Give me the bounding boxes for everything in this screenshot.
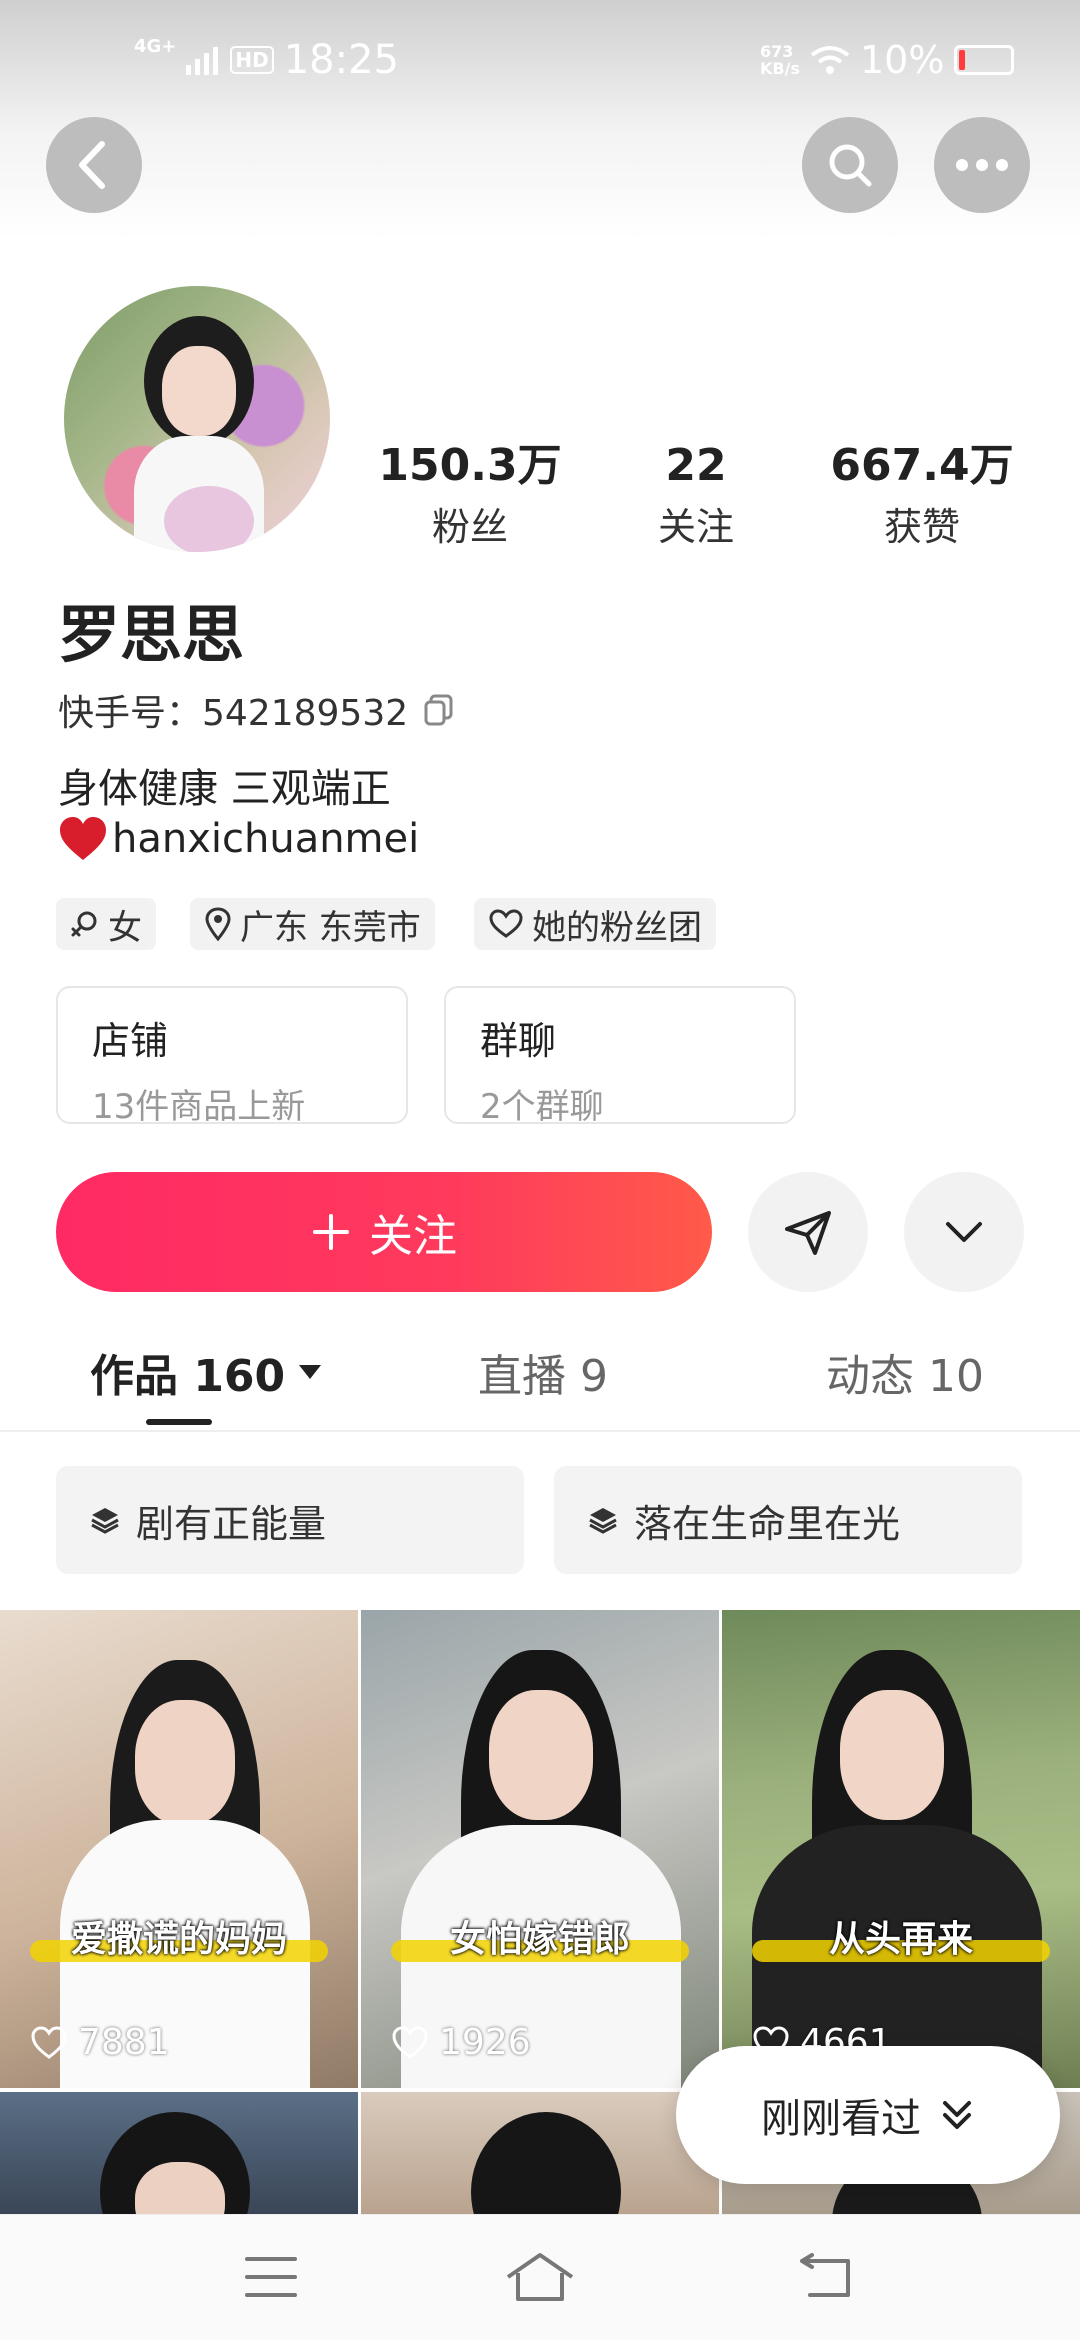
share-button[interactable] bbox=[748, 1172, 868, 1292]
tag-label: 广东 东莞市 bbox=[240, 907, 421, 948]
tab-works[interactable]: 作品 160 bbox=[90, 1340, 323, 1404]
heart-outline-icon bbox=[489, 909, 523, 938]
chevron-down-icon bbox=[946, 1222, 982, 1242]
collection-label: 剧有正能量 bbox=[136, 1501, 327, 1546]
collection-item[interactable]: 剧有正能量 bbox=[56, 1466, 524, 1574]
stat-label: 关注 bbox=[657, 505, 734, 549]
search-icon bbox=[829, 144, 872, 187]
heart-outline-icon bbox=[31, 2025, 67, 2059]
back-button[interactable] bbox=[46, 117, 142, 213]
heart-red-icon bbox=[60, 817, 106, 860]
expand-button[interactable] bbox=[904, 1172, 1024, 1292]
send-icon bbox=[785, 1211, 831, 1255]
follow-button[interactable]: 关注 bbox=[56, 1172, 712, 1292]
location-pin-icon bbox=[205, 907, 231, 941]
stat-label: 获赞 bbox=[883, 505, 960, 549]
video-caption: 爱撒谎的妈妈 bbox=[70, 1919, 287, 1960]
video-caption: 女怕嫁错郎 bbox=[449, 1919, 630, 1960]
recently-viewed-label: 刚刚看过 bbox=[761, 2096, 921, 2142]
tab-divider bbox=[0, 1430, 1080, 1432]
more-button[interactable] bbox=[934, 117, 1030, 213]
layers-icon bbox=[91, 1508, 119, 1534]
tag-label: 女 bbox=[108, 907, 142, 948]
system-nav-bar bbox=[0, 2214, 1080, 2340]
tab-label: 直播 9 bbox=[478, 1351, 608, 1402]
card-title: 店铺 bbox=[92, 1019, 169, 1063]
follow-label: 关注 bbox=[369, 1211, 457, 1262]
speed-value: 673 bbox=[760, 42, 794, 61]
hd-badge: HD bbox=[230, 46, 274, 74]
collection-item[interactable]: 落在生命里在光 bbox=[554, 1466, 1022, 1574]
stat-fans[interactable]: 150.3万 粉丝 bbox=[370, 440, 570, 551]
likes-count: 7881 bbox=[78, 2022, 170, 2063]
back-nav-icon[interactable] bbox=[796, 2253, 856, 2301]
video-thumbnail[interactable]: 从头再来 4661 bbox=[722, 1610, 1080, 2088]
speed-indicator: 673 KB/s bbox=[760, 43, 800, 77]
home-icon[interactable] bbox=[504, 2251, 576, 2303]
chevron-left-icon bbox=[79, 141, 105, 189]
signal-icon bbox=[186, 47, 219, 75]
tab-moments[interactable]: 动态 10 bbox=[826, 1340, 984, 1404]
plus-icon bbox=[313, 1214, 349, 1250]
video-caption: 从头再来 bbox=[828, 1919, 973, 1960]
more-horizontal-icon bbox=[956, 159, 1008, 171]
video-thumbnail[interactable]: 女怕嫁错郎 1926 bbox=[361, 1610, 719, 2088]
tag-fan-club[interactable]: 她的粉丝团 bbox=[474, 898, 716, 950]
tab-label: 动态 10 bbox=[826, 1351, 984, 1402]
layers-icon bbox=[589, 1508, 617, 1534]
stat-value: 150.3万 bbox=[378, 440, 562, 491]
battery-icon bbox=[954, 45, 1015, 75]
stat-value: 667.4万 bbox=[830, 440, 1014, 491]
video-thumbnail[interactable]: 爱撒谎的妈妈 7881 bbox=[0, 1610, 358, 2088]
double-chevron-down-icon bbox=[943, 2101, 971, 2129]
group-chat-card[interactable]: 群聊 2个群聊 bbox=[444, 986, 796, 1127]
video-likes: 7881 bbox=[30, 2022, 170, 2063]
tag-location: 广东 东莞市 bbox=[190, 898, 435, 950]
stat-following[interactable]: 22 关注 bbox=[596, 440, 796, 551]
stat-label: 粉丝 bbox=[431, 505, 508, 549]
battery-percent: 10% bbox=[859, 38, 945, 82]
shop-card[interactable]: 店铺 13件商品上新 bbox=[56, 986, 408, 1127]
tag-gender: 女 bbox=[56, 898, 156, 950]
video-thumbnail[interactable] bbox=[361, 2092, 719, 2214]
profile-id: 快手号：542189532 bbox=[58, 693, 409, 734]
profile-id-row: 快手号：542189532 bbox=[58, 684, 456, 736]
card-subtitle: 13件商品上新 bbox=[92, 1087, 306, 1127]
status-time: 18:25 bbox=[283, 37, 400, 83]
copy-icon[interactable] bbox=[422, 693, 456, 727]
card-title: 群聊 bbox=[480, 1019, 557, 1063]
profile-name: 罗思思 bbox=[58, 598, 245, 671]
heart-outline-icon bbox=[392, 2025, 428, 2059]
avatar[interactable] bbox=[64, 286, 330, 552]
tab-live[interactable]: 直播 9 bbox=[478, 1340, 608, 1404]
speed-unit: KB/s bbox=[760, 59, 800, 78]
video-thumbnail[interactable] bbox=[0, 2092, 358, 2214]
bio-line-2-row: hanxichuanmei bbox=[58, 816, 419, 862]
tag-label: 她的粉丝团 bbox=[532, 907, 702, 948]
status-bar-right: 673 KB/s 10% bbox=[760, 30, 1015, 90]
menu-icon[interactable] bbox=[244, 2255, 298, 2299]
female-icon bbox=[71, 911, 97, 937]
recently-viewed-button[interactable]: 刚刚看过 bbox=[676, 2046, 1060, 2184]
likes-count: 1926 bbox=[439, 2022, 531, 2063]
caret-down-icon bbox=[299, 1365, 322, 1379]
tab-indicator bbox=[146, 1419, 212, 1425]
collection-label: 落在生命里在光 bbox=[634, 1501, 901, 1546]
status-bar-left: 4G+ HD 18:25 bbox=[134, 30, 399, 90]
stat-likes[interactable]: 667.4万 获赞 bbox=[822, 440, 1022, 551]
wifi-icon bbox=[810, 46, 850, 74]
bio-line-1: 身体健康 三观端正 bbox=[58, 766, 391, 812]
tab-label: 作品 160 bbox=[90, 1351, 286, 1402]
card-subtitle: 2个群聊 bbox=[480, 1087, 604, 1127]
bio-line-2: hanxichuanmei bbox=[112, 816, 420, 862]
video-likes: 1926 bbox=[391, 2022, 531, 2063]
network-label: 4G+ bbox=[134, 36, 177, 57]
stat-value: 22 bbox=[665, 440, 727, 491]
search-button[interactable] bbox=[802, 117, 898, 213]
